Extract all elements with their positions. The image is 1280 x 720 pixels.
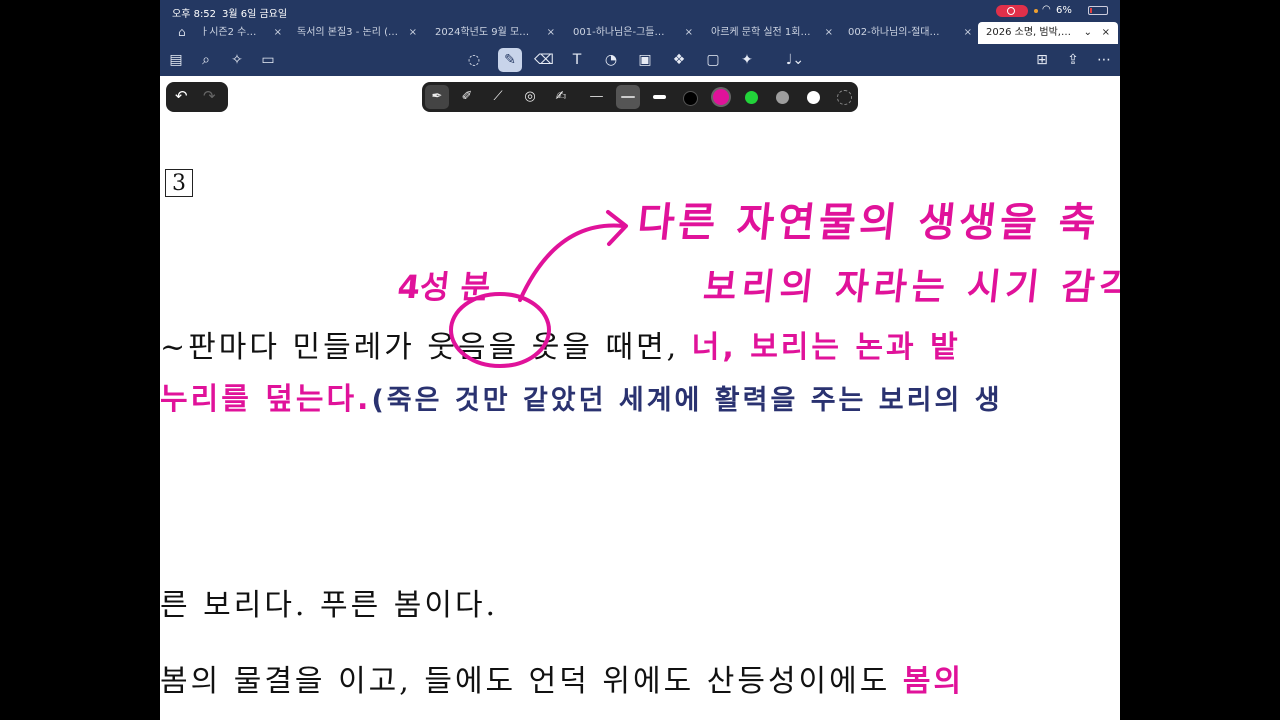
ipad-screen: 오후 8:52 3월 6일 금요일 ◠ 6% ⌂ ㅏ시즌2 수… × 독서의 본… — [160, 0, 1120, 720]
ink-annotations — [449, 210, 628, 368]
ink-arrow — [518, 223, 625, 302]
ink-arrowhead — [606, 210, 628, 246]
handwritten-note-3: 보리의 자라는 시기 감각 — [701, 267, 1120, 308]
handwritten-note-1: 다른 자연물의 생생을 축 — [635, 200, 1102, 246]
handwritten-note-2: 4성 분 — [395, 268, 493, 306]
